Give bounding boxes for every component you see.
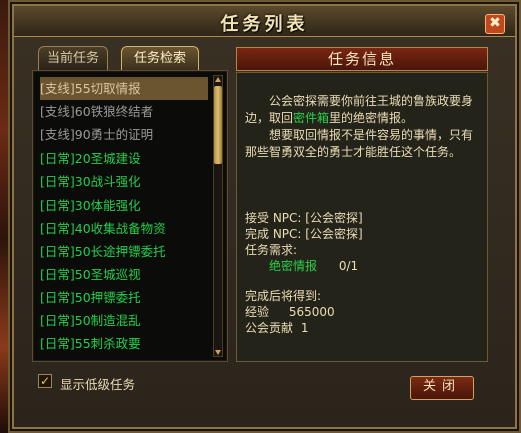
quest-list-scrollbar[interactable]: [213, 75, 223, 357]
list-item[interactable]: [日常]30体能强化: [40, 194, 208, 217]
desc-paragraph-2: 想要取回情报不是件容易的事情，只有那些智勇双全的勇士才能胜任这个任务。: [245, 128, 474, 159]
quest-info-header: 任务信息: [236, 47, 488, 71]
requirement-label: 任务需求:: [245, 243, 298, 257]
exp-value: 565000: [288, 305, 335, 319]
list-item[interactable]: [支线]60铁狼终结者: [40, 100, 208, 123]
title-bar[interactable]: 任务列表 ✖: [14, 6, 515, 37]
list-item[interactable]: [支线]90勇士的证明: [40, 123, 208, 146]
requirement-item: 绝密情报 0/1: [269, 257, 358, 274]
requirement-item-name[interactable]: 绝密情报: [269, 259, 317, 273]
show-low-level-label: 显示低级任务: [60, 377, 136, 392]
guild-value: 1: [300, 321, 309, 335]
list-item[interactable]: [日常]40收集战备物资: [40, 217, 208, 240]
list-item[interactable]: [支线]55切取情报: [40, 77, 208, 100]
guild-reward: 公会贡献 1: [245, 319, 308, 336]
scroll-thumb[interactable]: [214, 86, 222, 164]
quest-description: 公会密探需要你前往王城的鲁族政要身边，取回密件箱里的绝密情报。 想要取回情报不是…: [245, 93, 477, 161]
quest-list: [支线]55切取情报 [支线]60铁狼终结者 [支线]90勇士的证明 [日常]2…: [32, 70, 228, 362]
exp-reward: 经验 565000: [245, 303, 335, 320]
complete-npc[interactable]: 完成 NPC: [公会密探]: [245, 225, 363, 242]
highlight-item[interactable]: 密件箱: [293, 111, 329, 125]
close-button[interactable]: 关闭: [410, 376, 474, 400]
guild-label: 公会贡献: [245, 321, 294, 335]
list-item[interactable]: [日常]50长途押镖委托: [40, 240, 208, 263]
list-item[interactable]: [日常]55刺杀政要: [40, 332, 208, 355]
reward-label: 完成后将得到:: [245, 289, 322, 303]
list-item[interactable]: [日常]50圣城巡视: [40, 263, 208, 286]
list-item[interactable]: [日常]50押镖委托: [40, 286, 208, 309]
list-item[interactable]: [日常]50制造混乱: [40, 309, 208, 332]
tab-quest-search[interactable]: 任务检索: [121, 46, 199, 70]
quest-info-panel: 公会密探需要你前往王城的鲁族政要身边，取回密件箱里的绝密情报。 想要取回情报不是…: [236, 72, 488, 362]
list-item[interactable]: [日常]30战斗强化: [40, 170, 208, 193]
scroll-up-icon[interactable]: [215, 77, 221, 82]
requirement-count: 0/1: [338, 259, 359, 273]
list-item[interactable]: [日常]20圣城建设: [40, 147, 208, 170]
desc-part: 里的绝密情报。: [329, 111, 414, 125]
window-title: 任务列表: [220, 14, 309, 35]
scroll-down-icon[interactable]: [215, 350, 221, 355]
close-icon[interactable]: ✖: [485, 14, 505, 34]
show-low-level-checkbox[interactable]: ✓: [38, 374, 52, 388]
accept-npc[interactable]: 接受 NPC: [公会密探]: [245, 209, 363, 226]
exp-label: 经验: [245, 305, 270, 319]
tab-current-quests[interactable]: 当前任务: [38, 46, 108, 70]
